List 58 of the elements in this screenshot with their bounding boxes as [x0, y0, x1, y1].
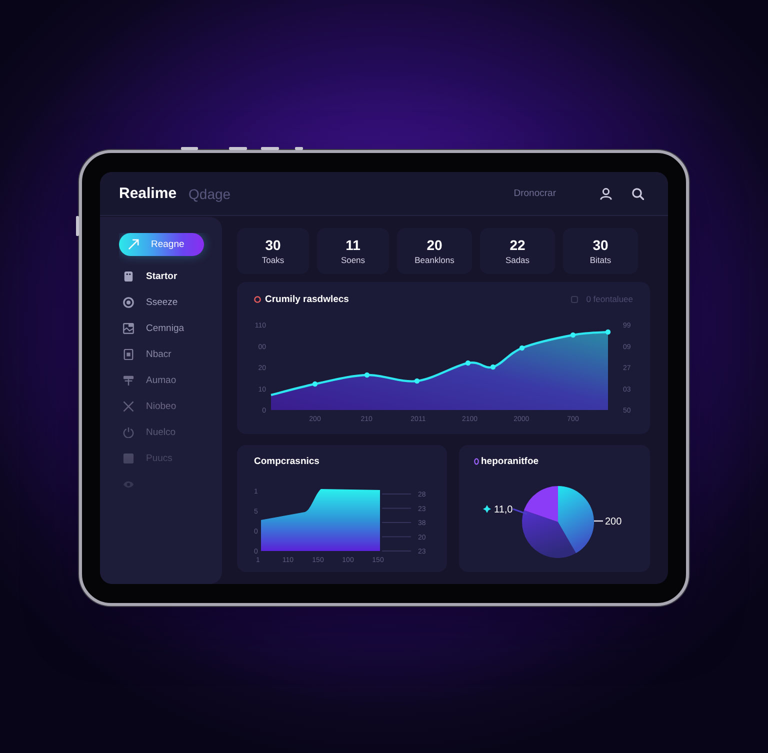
document-icon [123, 348, 134, 360]
search-icon[interactable] [632, 188, 644, 200]
stat-label: Soens [340, 255, 366, 265]
leader-line [594, 520, 603, 522]
callout-label: 11,0 [494, 504, 513, 516]
leader-line [512, 508, 528, 515]
data-point [605, 329, 611, 335]
hardware-button[interactable] [261, 147, 279, 150]
stat-label: Bitats [590, 255, 612, 265]
stat-value: 30 [265, 237, 281, 253]
data-point [414, 378, 420, 384]
data-point [570, 332, 576, 338]
nav-item[interactable]: Nbacr [119, 341, 204, 367]
eye-icon [123, 478, 134, 490]
data-point [519, 345, 525, 351]
stat-value: 11 [346, 237, 360, 253]
brand-subtitle: Qdage [188, 186, 231, 202]
chart-title: Crumily rasdwlecs [265, 294, 349, 304]
hardware-button[interactable] [229, 147, 247, 150]
stat-label: Toaks [262, 255, 284, 265]
nav-item[interactable]: Reagne [119, 233, 204, 256]
stat-value: 22 [510, 237, 526, 253]
user-icon[interactable] [600, 188, 612, 200]
data-point [465, 360, 471, 366]
square-icon [571, 296, 578, 302]
stat-label: Sadas [505, 255, 530, 265]
clipboard-icon [123, 270, 134, 282]
ring-icon [474, 458, 479, 464]
nav-item[interactable]: Cemniga [119, 315, 204, 341]
image-icon [123, 322, 134, 334]
square-icon [123, 452, 134, 464]
hardware-button[interactable] [295, 147, 303, 150]
hardware-button[interactable] [181, 147, 198, 150]
circle-dot-icon [123, 296, 134, 308]
chart-title: heporanitfoe [481, 456, 539, 466]
stat-value: 20 [426, 237, 442, 253]
data-point [364, 372, 370, 378]
brand-title: Realime [119, 185, 177, 202]
stat-value: 30 [592, 237, 608, 253]
stat-label: Beanklons [414, 255, 454, 265]
nav-item[interactable]: Startor [119, 263, 204, 289]
cross-icon [123, 400, 134, 412]
nav-item[interactable]: Aumao [119, 367, 204, 393]
hardware-button[interactable] [76, 216, 79, 236]
data-point [312, 381, 318, 387]
nav-item[interactable]: Sseeze [119, 289, 204, 315]
data-point [490, 364, 496, 370]
user-name: Dronocrar [514, 188, 556, 199]
legend-label: 0 feontaluee [586, 294, 633, 304]
signpost-icon [123, 374, 134, 386]
nav-item[interactable]: Nuelco [119, 419, 204, 445]
power-icon [123, 426, 134, 438]
chart-title: Compcrasnics [254, 456, 320, 466]
ring-icon [254, 296, 261, 302]
nav-item[interactable]: Niobeo [119, 393, 204, 419]
callout-label: 200 [605, 516, 622, 528]
sparkle-icon [483, 505, 491, 513]
arrow-icon [128, 239, 139, 250]
